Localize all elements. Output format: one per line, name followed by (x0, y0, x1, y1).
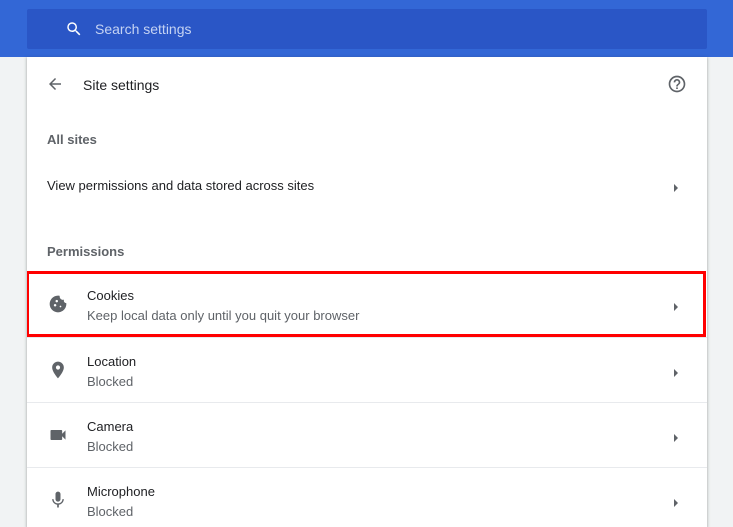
section-title-permissions: Permissions (47, 244, 125, 259)
permission-subtitle: Blocked (87, 374, 134, 389)
search-icon (63, 18, 85, 40)
permission-row-camera[interactable]: Camera Blocked (27, 402, 707, 467)
chevron-right-icon (671, 495, 681, 507)
all-sites-row[interactable]: View permissions and data stored across … (27, 163, 707, 207)
permission-row-location[interactable]: Location Blocked (27, 337, 707, 402)
permission-row-microphone[interactable]: Microphone Blocked (27, 467, 707, 527)
camera-icon (47, 424, 69, 446)
permission-title: Microphone (87, 484, 155, 499)
search-input[interactable] (93, 20, 657, 38)
permission-subtitle: Keep local data only until you quit your… (87, 308, 360, 323)
back-button[interactable] (43, 74, 67, 98)
help-circle-icon (667, 74, 687, 99)
highlight-box (27, 271, 706, 337)
microphone-icon (47, 489, 69, 511)
cookie-icon (47, 293, 69, 315)
page-header: Site settings (27, 57, 707, 113)
page-title: Site settings (83, 77, 160, 93)
permission-row-cookies[interactable]: Cookies Keep local data only until you q… (27, 271, 707, 337)
help-button[interactable] (665, 74, 689, 98)
arrow-back-icon (46, 75, 64, 98)
top-toolbar (0, 0, 733, 57)
permission-title: Camera (87, 419, 134, 434)
chevron-right-icon (671, 299, 681, 311)
chevron-right-icon (671, 365, 681, 377)
permission-title: Cookies (87, 288, 134, 303)
location-pin-icon (47, 359, 69, 381)
all-sites-row-label: View permissions and data stored across … (47, 178, 315, 193)
search-bar[interactable] (27, 9, 707, 49)
permission-subtitle: Blocked (87, 504, 134, 519)
site-settings-card: Site settings All sites View permissions… (27, 57, 707, 527)
permission-subtitle: Blocked (87, 439, 134, 454)
chevron-right-icon (671, 180, 681, 192)
section-title-all-sites: All sites (47, 132, 97, 147)
permission-title: Location (87, 354, 137, 369)
chevron-right-icon (671, 430, 681, 442)
